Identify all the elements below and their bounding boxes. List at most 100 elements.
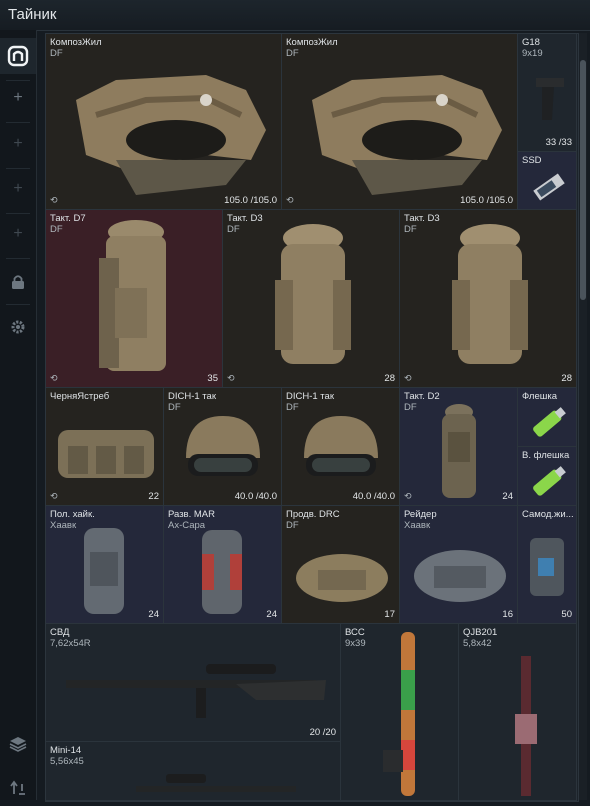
item-name: Продв. DRC xyxy=(286,509,340,520)
item-armor-1[interactable]: КомпозЖил DF ⟲ 105.0 /105.0 xyxy=(46,34,282,210)
item-hike-backpack[interactable]: Пол. хайк. Хаавк 24 xyxy=(46,506,164,624)
item-qjb201[interactable]: QJB201 5,8x42 xyxy=(459,624,577,801)
item-backpack-d2[interactable]: Такт. D2 DF ⟲ 24 xyxy=(400,388,518,506)
item-name: Такт. D2 xyxy=(404,391,440,402)
item-name: Флешка xyxy=(522,391,558,402)
armor-vest-image xyxy=(76,75,266,195)
armor-type-icon: ⟲ xyxy=(286,195,294,205)
stash-icon[interactable] xyxy=(0,38,36,74)
item-samod-vest[interactable]: Самод.жи... 50 xyxy=(518,506,577,624)
item-subtitle: 5,8x42 xyxy=(463,638,492,649)
duffel-bag-image xyxy=(296,554,388,602)
rifle-image xyxy=(515,656,537,796)
item-helmet-dich-2[interactable]: DICH-1 так DF 40.0 /40.0 xyxy=(282,388,400,506)
item-name: QJB201 xyxy=(463,627,498,638)
item-name: Самод.жи... xyxy=(522,509,574,520)
add-slot-button-1[interactable]: + xyxy=(0,80,36,116)
sidebar: + + + + xyxy=(0,30,37,800)
item-subtitle: DF xyxy=(286,520,299,531)
rifle-image xyxy=(383,632,415,796)
item-name: DICH-1 так xyxy=(168,391,216,402)
item-g18[interactable]: G18 9x19 33 /33 xyxy=(518,34,577,152)
item-capacity: 16 xyxy=(502,609,513,620)
item-durability: 105.0 /105.0 xyxy=(224,195,277,206)
scrollbar-thumb[interactable] xyxy=(580,60,586,300)
layers-button[interactable] xyxy=(0,726,36,762)
bag-type-icon: ⟲ xyxy=(404,373,412,383)
bag-type-icon: ⟲ xyxy=(404,491,412,501)
item-flash-drive[interactable]: Флешка xyxy=(518,388,577,447)
window-titlebar: Тайник xyxy=(0,0,590,31)
add-slot-button-3[interactable]: + xyxy=(0,171,36,207)
item-subtitle: DF xyxy=(50,224,63,235)
rifle-image xyxy=(136,774,296,792)
item-subtitle: DF xyxy=(50,48,63,59)
item-name: ВСС xyxy=(345,627,365,638)
item-backpack-d3-2[interactable]: Такт. D3 DF ⟲ 28 xyxy=(400,210,577,388)
plus-icon: + xyxy=(13,89,23,106)
pistol-image xyxy=(536,78,564,120)
item-capacity: 35 xyxy=(207,373,218,384)
lock-button[interactable] xyxy=(0,264,36,300)
rifle-image xyxy=(66,664,326,718)
item-flash-drive-v[interactable]: В. флешка xyxy=(518,447,577,506)
item-raider-bag[interactable]: Рейдер Хаавк 16 xyxy=(400,506,518,624)
item-subtitle: 5,56x45 xyxy=(50,756,84,767)
item-name: SSD xyxy=(522,155,542,166)
armor-vest-image xyxy=(312,75,502,195)
item-durability: 40.0 /40.0 xyxy=(352,491,395,502)
settings-button[interactable] xyxy=(0,309,36,345)
item-subtitle: 9x39 xyxy=(345,638,366,649)
item-blackhawk[interactable]: ЧерняЯстреб ⟲ 22 xyxy=(46,388,164,506)
backpack-image xyxy=(452,224,528,364)
plus-icon: + xyxy=(13,225,23,242)
item-svd[interactable]: СВД 7,62x54R 20 /20 xyxy=(46,624,341,742)
item-ammo-count: 20 /20 xyxy=(309,727,336,738)
item-ssd[interactable]: SSD xyxy=(518,152,577,210)
duffel-bag-image xyxy=(58,430,154,478)
item-capacity: 22 xyxy=(148,491,159,502)
item-name: Mini-14 xyxy=(50,745,82,756)
item-name: DICH-1 так xyxy=(286,391,334,402)
item-subtitle: 7,62x54R xyxy=(50,638,91,649)
item-subtitle: DF xyxy=(286,48,299,59)
helmet-image xyxy=(304,416,378,476)
backpack-image xyxy=(202,530,242,614)
item-backpack-d3-1[interactable]: Такт. D3 DF ⟲ 28 xyxy=(223,210,400,388)
item-name: Пол. хайк. xyxy=(50,509,95,520)
sort-button[interactable] xyxy=(0,770,36,806)
plus-icon: + xyxy=(13,135,23,152)
item-capacity: 24 xyxy=(148,609,159,620)
item-subtitle: Хаавк xyxy=(50,520,77,531)
item-name: Рейдер xyxy=(404,509,437,520)
item-subtitle: DF xyxy=(227,224,240,235)
lock-icon xyxy=(12,275,24,289)
item-mini14[interactable]: Mini-14 5,56x45 xyxy=(46,742,341,801)
item-capacity: 24 xyxy=(266,609,277,620)
item-capacity: 17 xyxy=(384,609,395,620)
bag-type-icon: ⟲ xyxy=(50,373,58,383)
item-backpack-d7[interactable]: Такт. D7 DF ⟲ 35 xyxy=(46,210,223,388)
item-vss[interactable]: ВСС 9x39 xyxy=(341,624,459,801)
flash-drive-image xyxy=(533,407,566,437)
add-slot-button-4[interactable]: + xyxy=(0,216,36,252)
item-mar-backpack[interactable]: Разв. MAR Ах-Сара 24 xyxy=(164,506,282,624)
layers-icon xyxy=(9,737,27,752)
item-name: Разв. MAR xyxy=(168,509,215,520)
armor-type-icon: ⟲ xyxy=(50,195,58,205)
item-helmet-dich-1[interactable]: DICH-1 так DF 40.0 /40.0 xyxy=(164,388,282,506)
sort-icon xyxy=(10,780,25,795)
item-capacity: 28 xyxy=(561,373,572,384)
item-drc-bag[interactable]: Продв. DRC DF 17 xyxy=(282,506,400,624)
item-ammo-count: 33 /33 xyxy=(545,137,572,148)
bag-type-icon: ⟲ xyxy=(227,373,235,383)
item-armor-2[interactable]: КомпозЖил DF ⟲ 105.0 /105.0 xyxy=(282,34,518,210)
item-name: ЧерняЯстреб xyxy=(50,391,110,402)
item-subtitle: DF xyxy=(404,224,417,235)
item-durability: 105.0 /105.0 xyxy=(460,195,513,206)
add-slot-button-2[interactable]: + xyxy=(0,126,36,162)
duffel-bag-image xyxy=(414,550,506,602)
item-capacity: 28 xyxy=(384,373,395,384)
backpack-image xyxy=(99,220,166,371)
item-subtitle: DF xyxy=(404,402,417,413)
